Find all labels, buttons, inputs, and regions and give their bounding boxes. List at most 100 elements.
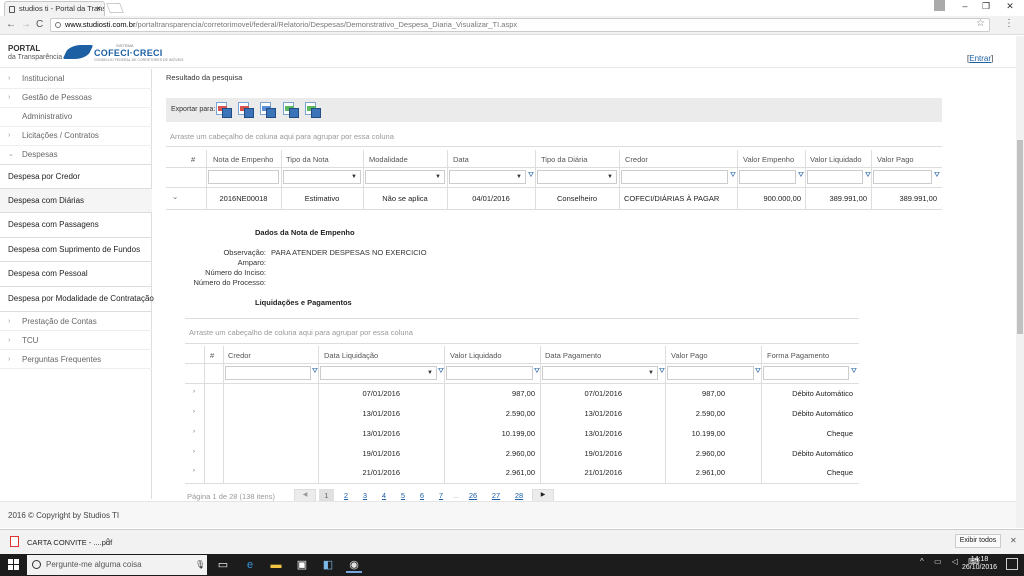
portal-logo[interactable]: PORTAL da Transparência <box>8 44 62 62</box>
sidebar-item-institucional[interactable]: › Institucional <box>0 70 152 89</box>
col-header-valor-empenho[interactable]: Valor Empenho <box>743 155 794 164</box>
export-xlsx-icon[interactable] <box>260 102 276 118</box>
filter-icon[interactable]: ⛛ <box>851 368 857 376</box>
chrome-browser-icon[interactable]: ◉ <box>346 557 362 573</box>
sidebar-item-licitacoes[interactable]: › Licitações / Contratos <box>0 127 152 146</box>
col-header-credor[interactable]: Credor <box>625 155 648 164</box>
col-header-credor[interactable]: Credor <box>228 351 251 360</box>
filter-valor-liquidado-input[interactable] <box>807 170 863 184</box>
sidebar-item-gestao-pessoas[interactable]: › Gestão de Pessoas <box>0 89 152 108</box>
row-expand-icon[interactable]: › <box>193 468 195 474</box>
filter-icon[interactable]: ⛛ <box>659 368 665 376</box>
sidebar-item-prestacao-contas[interactable]: › Prestação de Contas <box>0 312 152 331</box>
col-header-valor-pago[interactable]: Valor Pago <box>877 155 914 164</box>
minimize-button[interactable]: – <box>958 0 972 12</box>
filter-icon[interactable]: ⛛ <box>438 368 444 376</box>
filter-icon[interactable]: ⛛ <box>865 172 871 180</box>
scrollbar-thumb[interactable] <box>1017 140 1023 334</box>
browser-tab[interactable]: studios ti - Portal da Trans × <box>4 1 105 16</box>
row-expand-icon[interactable]: › <box>193 429 195 435</box>
filter-nota-input[interactable] <box>208 170 279 184</box>
col-header-valor-liquidado[interactable]: Valor Liquidado <box>450 351 502 360</box>
filter-tipo-diaria-select[interactable]: ▼ <box>537 170 617 184</box>
filter-credor-input[interactable] <box>225 366 311 380</box>
profile-icon[interactable] <box>934 0 945 11</box>
export-xls-icon[interactable] <box>238 102 254 118</box>
filter-valor-pago-input[interactable] <box>873 170 932 184</box>
pdf-file-icon[interactable] <box>10 536 19 547</box>
forward-button[interactable]: → <box>21 18 31 32</box>
group-panel-hint[interactable]: Arraste um cabeçalho de coluna aqui para… <box>170 132 394 141</box>
export-pdf-icon[interactable] <box>216 102 232 118</box>
back-button[interactable]: ← <box>6 18 16 32</box>
show-all-downloads-button[interactable]: Exibir todos <box>955 534 1001 548</box>
sidebar-item-administrativo[interactable]: Administrativo <box>0 108 152 127</box>
filter-data-select[interactable]: ▼ <box>449 170 526 184</box>
sidebar-item-despesa-suprimento[interactable]: Despesa com Suprimento de Fundos <box>0 238 152 262</box>
login-link[interactable]: Entrar <box>969 54 991 63</box>
address-bar[interactable]: www.studiosti.com.br/portaltransparencia… <box>50 18 990 32</box>
action-center-icon[interactable] <box>1006 558 1018 570</box>
task-view-icon[interactable]: ▭ <box>215 557 231 573</box>
col-header-data-liquidacao[interactable]: Data Liquidação <box>324 351 378 360</box>
tab-close-icon[interactable]: × <box>96 2 101 15</box>
sidebar-item-despesa-modalidade[interactable]: Despesa por Modalidade de Contratação <box>0 287 154 312</box>
filter-tipo-nota-select[interactable]: ▼ <box>283 170 361 184</box>
col-header-forma-pagamento[interactable]: Forma Pagamento <box>767 351 829 360</box>
bookmark-star-icon[interactable]: ☆ <box>976 18 985 29</box>
col-header-modalidade[interactable]: Modalidade <box>369 155 408 164</box>
row-expand-icon[interactable]: › <box>193 409 195 415</box>
filter-valor-liquidado-input[interactable] <box>446 366 533 380</box>
downloads-close-icon[interactable]: ✕ <box>1010 536 1017 545</box>
col-header-index[interactable]: # <box>210 351 214 360</box>
sidebar-item-tcu[interactable]: › TCU <box>0 331 152 350</box>
edge-browser-icon[interactable]: e <box>242 557 258 573</box>
windows-start-icon[interactable] <box>8 559 20 571</box>
sidebar-item-perguntas[interactable]: › Perguntas Frequentes <box>0 350 152 369</box>
export-csv-icon[interactable] <box>305 102 321 118</box>
app-icon[interactable]: ◧ <box>320 557 336 573</box>
row-expand-icon[interactable]: › <box>193 389 195 395</box>
sidebar-item-despesa-passagens[interactable]: Despesa com Passagens <box>0 213 152 238</box>
row-expand-icon[interactable]: › <box>193 449 195 455</box>
sidebar-item-despesa-diarias[interactable]: Despesa com Diárias <box>0 189 152 213</box>
filter-icon[interactable]: ⛛ <box>755 368 761 376</box>
filter-valor-pago-input[interactable] <box>667 366 754 380</box>
filter-icon[interactable]: ⛛ <box>312 368 318 376</box>
filter-data-liquidacao-select[interactable]: ▼ <box>320 366 437 380</box>
download-item-name[interactable]: CARTA CONVITE - ....pdf <box>27 538 112 547</box>
row-collapse-icon[interactable]: ⌄ <box>172 192 178 201</box>
taskbar-clock[interactable]: 14:18 26/10/2016 <box>962 556 997 572</box>
filter-valor-empenho-input[interactable] <box>739 170 796 184</box>
filter-icon[interactable]: ⛛ <box>730 172 736 180</box>
filter-icon[interactable]: ⛛ <box>534 368 540 376</box>
filter-credor-input[interactable] <box>621 170 728 184</box>
file-explorer-icon[interactable]: ▬ <box>268 557 284 573</box>
export-rtf-icon[interactable] <box>283 102 299 118</box>
window-close-button[interactable]: ✕ <box>1003 0 1017 12</box>
store-icon[interactable]: ▣ <box>294 557 310 573</box>
col-header-valor-liquidado[interactable]: Valor Liquidado <box>810 155 862 164</box>
taskbar-search-box[interactable]: Pergunte-me alguma coisa 🎙 <box>27 555 207 575</box>
col-header-index[interactable]: # <box>191 155 195 164</box>
filter-icon[interactable]: ⛛ <box>934 172 940 180</box>
group-panel-hint-nested[interactable]: Arraste um cabeçalho de coluna aqui para… <box>189 328 413 337</box>
filter-modalidade-select[interactable]: ▼ <box>365 170 445 184</box>
filter-icon[interactable]: ⛛ <box>798 172 804 180</box>
col-header-nota[interactable]: Nota de Empenho <box>213 155 273 164</box>
col-header-tipo-diaria[interactable]: Tipo da Diária <box>541 155 587 164</box>
filter-icon[interactable]: ⛛ <box>528 172 534 180</box>
maximize-button[interactable]: ❐ <box>979 0 993 12</box>
filter-forma-pagamento-input[interactable] <box>763 366 849 380</box>
filter-data-pagamento-select[interactable]: ▼ <box>542 366 658 380</box>
download-options-chevron-icon[interactable]: ^ <box>106 537 110 546</box>
sidebar-item-despesa-credor[interactable]: Despesa por Credor <box>0 165 152 189</box>
col-header-tipo-nota[interactable]: Tipo da Nota <box>286 155 329 164</box>
col-header-valor-pago[interactable]: Valor Pago <box>671 351 708 360</box>
reload-button[interactable]: C <box>36 18 43 32</box>
col-header-data-pagamento[interactable]: Data Pagamento <box>545 351 601 360</box>
microphone-icon[interactable]: 🎙 <box>195 555 205 575</box>
browser-menu-icon[interactable]: ⋮ <box>1004 18 1014 29</box>
col-header-data[interactable]: Data <box>453 155 469 164</box>
page-info-icon[interactable] <box>55 22 61 28</box>
